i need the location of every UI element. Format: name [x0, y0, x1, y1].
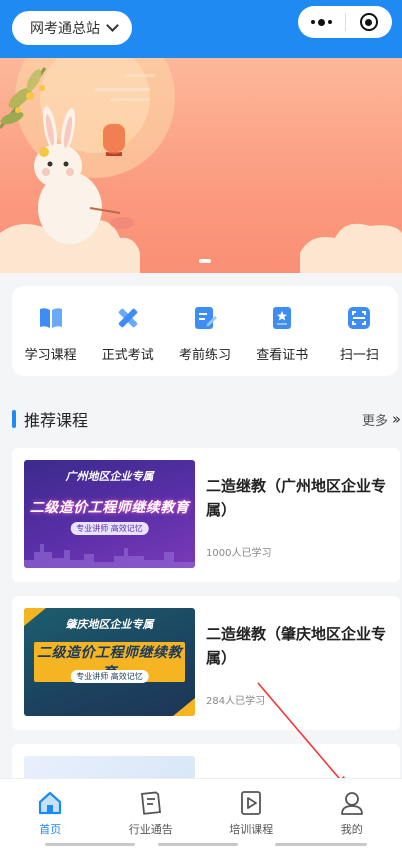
quick-action-certificate[interactable]: 查看证书	[244, 286, 321, 376]
course-thumbnail: 广州地区企业专属 二级造价工程师继续教育 专业讲师 高效记忆	[24, 460, 195, 568]
certificate-icon	[273, 307, 292, 329]
notice-icon	[140, 791, 161, 815]
tab-label: 培训课程	[229, 823, 274, 836]
learner-count: 284人已学习	[206, 696, 266, 707]
thumbnail-tag: 肇庆地区企业专属	[65, 618, 154, 631]
tab-home[interactable]: 首页	[0, 779, 101, 850]
quick-action-label: 查看证书	[256, 348, 309, 363]
banner-carousel[interactable]	[0, 58, 402, 273]
course-card[interactable]: 广州地区企业专属 二级造价工程师继续教育 专业讲师 高效记忆 二造继教（广州地区…	[12, 448, 400, 582]
video-course-icon	[241, 791, 262, 815]
thumbnail-tag: 广州地区企业专属	[65, 470, 154, 483]
course-title: 二造继教（肇庆地区企业专属）	[206, 625, 387, 667]
tab-label: 我的	[340, 823, 363, 836]
tab-training-courses[interactable]: 培训课程	[201, 779, 302, 850]
more-link[interactable]: 更多 ››	[361, 410, 401, 429]
bottom-tab-bar: 首页 行业通告 培训课程 我的	[0, 778, 402, 850]
more-label: 更多	[361, 413, 388, 429]
tab-mine[interactable]: 我的	[302, 779, 402, 850]
quick-action-formal-exam[interactable]: 正式考试	[89, 286, 166, 376]
close-miniprogram-icon[interactable]	[345, 13, 392, 31]
quick-action-label: 学习课程	[24, 348, 77, 363]
course-title: 二造继教（广州地区企业专属）	[206, 477, 387, 519]
banner-illustration	[0, 58, 402, 273]
site-selector[interactable]: 网考通总站	[12, 11, 132, 45]
quick-actions: 学习课程 正式考试 考前练习 查看证书 扫一扫	[12, 286, 398, 376]
learner-count: 1000人已学习	[206, 548, 272, 559]
recommended-section-header: 推荐课程 更多 ››	[12, 408, 401, 430]
quick-action-scan[interactable]: 扫一扫	[321, 286, 398, 376]
double-chevron-right-icon: ››	[392, 410, 401, 428]
thumbnail-slogan: 专业讲师 高效记忆	[70, 670, 149, 683]
tab-label: 行业通告	[128, 823, 173, 836]
section-accent-bar	[12, 410, 16, 428]
site-selector-label: 网考通总站	[30, 21, 100, 37]
scan-icon	[348, 307, 371, 329]
quick-action-practice[interactable]: 考前练习	[166, 286, 243, 376]
quick-action-study-course[interactable]: 学习课程	[12, 286, 89, 376]
book-icon	[39, 308, 62, 328]
section-title: 推荐课程	[24, 411, 89, 430]
gesture-bar	[45, 843, 135, 846]
city-skyline-graphic	[24, 544, 195, 568]
course-card[interactable]: 肇庆地区企业专属 二级造价工程师继续教育 专业讲师 高效记忆 二造继教（肇庆地区…	[12, 596, 400, 730]
user-icon	[340, 792, 363, 815]
tab-label: 首页	[39, 823, 62, 836]
home-icon	[39, 791, 62, 815]
gesture-bar	[158, 843, 238, 846]
corner-decoration	[173, 698, 195, 716]
quick-action-label: 正式考试	[101, 348, 154, 363]
carousel-indicator	[199, 259, 211, 263]
tab-industry-notices[interactable]: 行业通告	[101, 779, 202, 850]
thumbnail-slogan: 专业讲师 高效记忆	[70, 522, 149, 535]
miniprogram-capsule	[298, 6, 392, 38]
thumbnail-heading: 二级造价工程师继续教育	[29, 500, 190, 516]
pencil-ruler-icon	[118, 308, 138, 328]
course-thumbnail: 肇庆地区企业专属 二级造价工程师继续教育 专业讲师 高效记忆	[24, 608, 195, 716]
quick-action-label: 考前练习	[179, 348, 232, 363]
edit-note-icon	[195, 307, 217, 329]
more-menu-icon[interactable]	[298, 18, 345, 26]
top-bar: 网考通总站	[0, 0, 402, 58]
chevron-down-icon	[106, 19, 119, 32]
quick-action-label: 扫一扫	[339, 348, 379, 363]
gesture-bar	[275, 843, 367, 846]
